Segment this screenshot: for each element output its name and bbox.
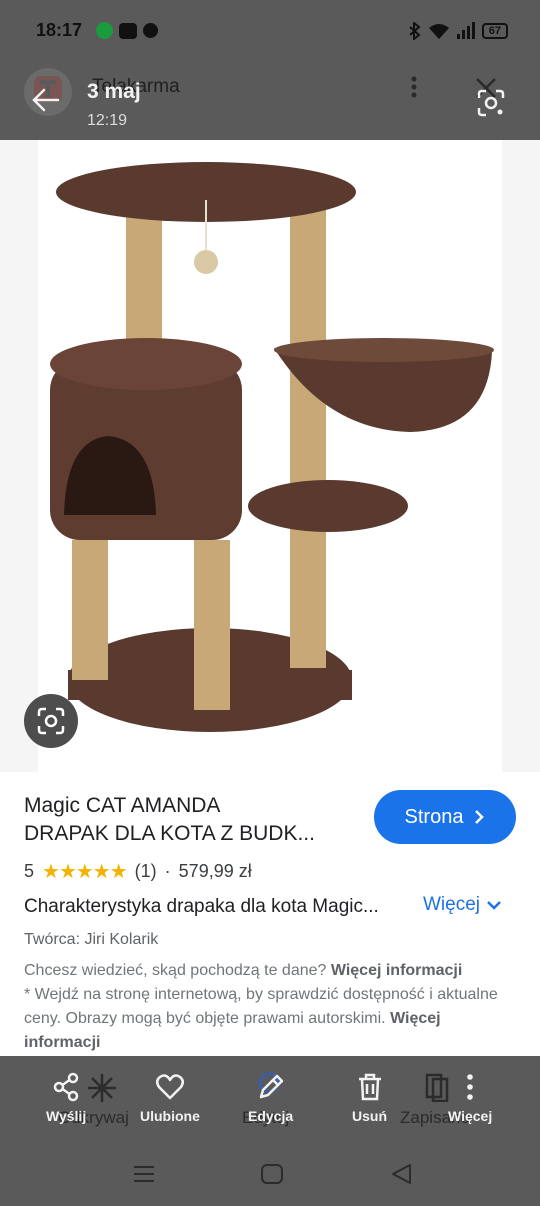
visit-site-label: Strona <box>404 805 464 828</box>
share-button[interactable]: Wyślij <box>46 1072 86 1124</box>
google-lens-icon <box>477 89 505 117</box>
favorite-label: Ulubione <box>140 1108 200 1124</box>
favorite-button[interactable]: Ulubione <box>140 1072 200 1124</box>
system-icons: 67 <box>408 22 508 40</box>
ghost-save-icon <box>425 1073 449 1102</box>
cat-tree-illustration <box>50 162 494 732</box>
product-title-line2: DRAPAK DLA KOTA Z BUDK... <box>24 822 315 845</box>
status-bar: 18:17 67 <box>0 0 540 62</box>
battery-indicator: 67 <box>481 23 508 39</box>
more-actions-label: Więcej <box>448 1108 493 1124</box>
back-nav-button[interactable] <box>388 1162 416 1191</box>
visit-site-button[interactable]: Strona <box>374 790 516 844</box>
home-square-icon <box>261 1164 283 1184</box>
product-price: 579,99 zł <box>178 861 252 881</box>
rating-value: 5 <box>24 861 35 881</box>
more-actions-button[interactable]: Więcej <box>448 1072 492 1124</box>
more-label: Więcej <box>423 894 481 915</box>
image-creator: Twórca: Jiri Kolarik <box>24 931 159 948</box>
disclaimer-text-1: Chcesz wiedzieć, skąd pochodzą te dane? <box>24 962 331 979</box>
photo-action-bar: Odkrywaj Edytuj Zapisane Wyślij Ulubione… <box>0 1056 540 1150</box>
delete-label: Usuń <box>352 1108 387 1124</box>
system-navigation-bar <box>0 1150 540 1206</box>
share-icon <box>53 1072 79 1102</box>
more-info-link-1[interactable]: Więcej informacji <box>331 962 462 979</box>
signal-icon <box>456 22 475 39</box>
google-lens-icon <box>37 707 65 735</box>
bluetooth-icon <box>409 22 421 40</box>
trash-icon <box>358 1073 381 1101</box>
overflow-menu-button[interactable] <box>404 74 424 107</box>
star-rating-icon: ★★★★★ <box>42 861 128 883</box>
wifi-icon <box>428 24 449 39</box>
delete-button[interactable]: Usuń <box>352 1072 387 1124</box>
expand-description-button[interactable]: Więcej <box>423 894 502 916</box>
viewer-header: Telakarma 3 maj 12:19 <box>0 62 540 140</box>
share-label: Wyślij <box>46 1108 87 1124</box>
back-button[interactable] <box>30 84 62 121</box>
menu-lines-icon <box>134 1166 154 1182</box>
notification-icons <box>96 22 158 39</box>
home-button[interactable] <box>258 1162 286 1191</box>
rating-row: 5 ★★★★★ (1) · 579,99 zł <box>24 859 252 884</box>
product-image-area <box>0 140 540 772</box>
pencil-icon <box>259 1074 283 1099</box>
chevron-down-icon <box>487 901 501 910</box>
chevron-right-icon <box>475 810 485 824</box>
youtube-icon <box>119 22 137 39</box>
triangle-back-icon <box>392 1164 411 1184</box>
photo-time: 12:19 <box>87 112 128 129</box>
disclaimer: Chcesz wiedzieć, skąd pochodzą te dane? … <box>24 959 520 1055</box>
review-count: (1) <box>134 861 157 881</box>
edit-button[interactable]: Edycja <box>248 1072 293 1124</box>
recents-button[interactable] <box>130 1162 158 1191</box>
upload-icon <box>96 22 113 39</box>
heart-icon <box>155 1074 184 1100</box>
lens-header-button[interactable] <box>476 88 506 123</box>
product-title[interactable]: Magic CAT AMANDA DRAPAK DLA KOTA Z BUDK.… <box>24 792 364 848</box>
product-description: Charakterystyka drapaka dla kota Magic..… <box>24 896 379 917</box>
vertical-dots-icon <box>411 76 417 98</box>
status-time: 18:17 <box>36 20 83 40</box>
photo-date: 3 maj <box>87 80 141 103</box>
sparkle-icon <box>88 1074 116 1102</box>
product-info-card: Magic CAT AMANDA DRAPAK DLA KOTA Z BUDK.… <box>0 772 540 1056</box>
lens-search-button[interactable] <box>24 694 78 748</box>
edit-label: Edycja <box>248 1108 294 1124</box>
product-image[interactable] <box>38 140 502 772</box>
chrome-icon <box>143 23 158 38</box>
separator: · <box>164 861 171 881</box>
vertical-dots-icon <box>467 1074 473 1100</box>
product-title-line1: Magic CAT AMANDA <box>24 794 221 817</box>
arrow-left-icon <box>32 88 60 112</box>
